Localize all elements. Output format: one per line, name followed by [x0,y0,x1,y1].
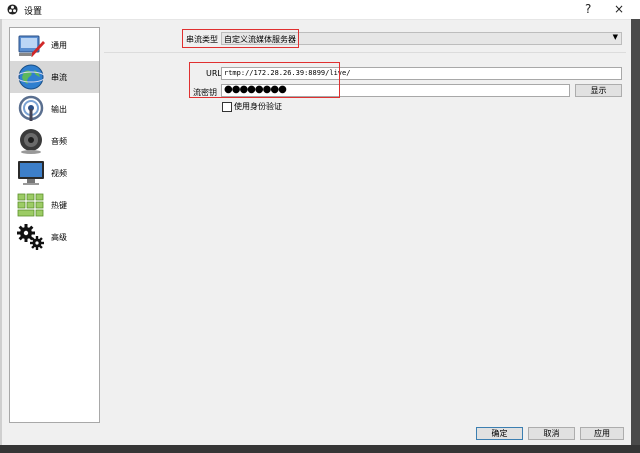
sidebar-item-advanced[interactable]: 高级 [10,221,99,253]
stream-type-highlight-box [182,29,299,48]
help-button[interactable]: ? [585,2,591,16]
window-title: 设置 [24,7,43,17]
sidebar-item-label: 音频 [51,137,67,146]
sidebar-item-label: 输出 [51,105,67,114]
sidebar-item-hotkeys[interactable]: 热键 [10,189,99,221]
globe-stream-icon [16,64,46,90]
settings-sidebar: 通用 串流 输出 音频 视频 热键 高级 [9,27,100,423]
ok-button[interactable]: 确定 [476,427,523,440]
cancel-button[interactable]: 取消 [528,427,575,440]
sidebar-item-label: 高级 [51,233,67,242]
general-settings-icon [18,35,45,57]
obs-logo-icon [7,4,18,15]
sidebar-item-general[interactable]: 通用 [10,29,99,61]
title-bar: 设置 ? × [0,0,640,20]
sidebar-item-label: 热键 [51,201,67,210]
gears-icon [17,224,44,250]
use-auth-label: 使用身份验证 [234,102,282,111]
apply-button[interactable]: 应用 [580,427,624,440]
output-antenna-icon [18,95,44,121]
monitor-icon [18,161,44,185]
sidebar-item-label: 视频 [51,169,67,178]
sidebar-item-stream[interactable]: 串流 [10,61,99,93]
speaker-icon [20,129,42,154]
background-strip-bottom [0,445,640,453]
keyboard-icon [17,193,44,217]
url-key-highlight-box [189,62,340,98]
section-divider [104,52,626,53]
sidebar-item-output[interactable]: 输出 [10,93,99,125]
chevron-down-icon: ▼ [612,33,618,41]
background-strip-right [631,19,640,453]
background-strip-left [0,19,2,445]
show-key-button[interactable]: 显示 [575,84,622,97]
sidebar-item-label: 串流 [51,73,67,82]
sidebar-item-label: 通用 [51,41,67,50]
close-button[interactable]: × [614,2,624,16]
sidebar-item-audio[interactable]: 音频 [10,125,99,157]
use-auth-checkbox[interactable] [222,102,232,112]
sidebar-item-video[interactable]: 视频 [10,157,99,189]
